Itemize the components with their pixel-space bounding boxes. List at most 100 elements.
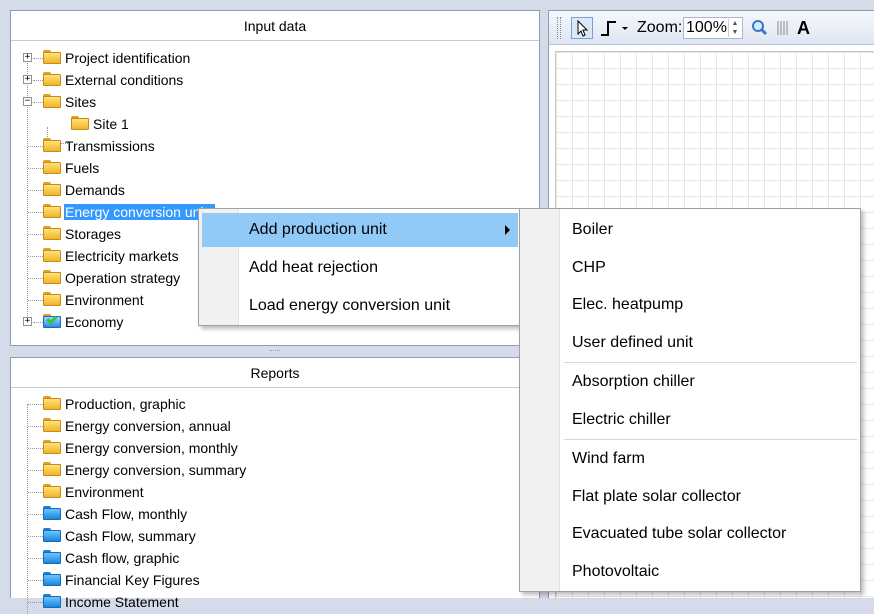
submenu-item-absorption-chiller[interactable]: Absorption chiller bbox=[523, 364, 857, 400]
reports-panel: Reports Production, graphic Energy conve… bbox=[10, 357, 540, 614]
report-item-energy-conversion-monthly[interactable]: Energy conversion, monthly bbox=[19, 437, 535, 459]
folder-icon bbox=[43, 94, 61, 108]
expand-icon[interactable]: + bbox=[23, 75, 32, 84]
blue-folder-icon bbox=[43, 506, 61, 520]
pointer-icon bbox=[577, 19, 589, 37]
folder-icon bbox=[43, 72, 61, 86]
blue-folder-icon bbox=[43, 594, 61, 608]
report-item-income-statement[interactable]: Income Statement bbox=[19, 591, 535, 613]
submenu-arrow-icon bbox=[505, 225, 510, 235]
connector-icon bbox=[601, 21, 628, 36]
report-item-production-graphic[interactable]: Production, graphic bbox=[19, 393, 535, 415]
tree-item-label: Storages bbox=[65, 226, 122, 242]
submenu-item-label: Photovoltaic bbox=[572, 563, 660, 580]
folder-icon bbox=[43, 226, 61, 240]
submenu-item-label: CHP bbox=[572, 259, 606, 276]
report-item-label: Energy conversion, monthly bbox=[65, 440, 238, 456]
submenu-item-flat-plate-solar-collector[interactable]: Flat plate solar collector bbox=[523, 479, 857, 515]
tree-item-label: Transmissions bbox=[65, 138, 155, 154]
tree-item-label-selected: Energy conversion units bbox=[64, 204, 216, 220]
report-item-financial-key-figures[interactable]: Financial Key Figures bbox=[19, 569, 535, 591]
submenu-item-wind-farm[interactable]: Wind farm bbox=[523, 441, 857, 477]
report-item-label: Environment bbox=[65, 484, 144, 500]
folder-icon bbox=[43, 462, 61, 476]
menu-separator bbox=[564, 362, 857, 363]
tree-item-site-1[interactable]: Site 1 bbox=[19, 113, 535, 135]
report-item-label: Cash flow, graphic bbox=[65, 550, 180, 566]
submenu-item-boiler[interactable]: Boiler bbox=[523, 212, 857, 248]
toolbar-grip-icon bbox=[557, 17, 561, 39]
tree-item-label: Fuels bbox=[65, 160, 100, 176]
zoom-label: Zoom: bbox=[637, 19, 683, 36]
magnifier-icon bbox=[752, 20, 768, 36]
submenu-item-label: Absorption chiller bbox=[572, 373, 695, 390]
tree-item-label: Economy bbox=[65, 314, 124, 330]
text-tool-button[interactable]: A bbox=[797, 17, 810, 39]
submenu-item-label: User defined unit bbox=[572, 334, 693, 351]
menu-item-add-heat-rejection[interactable]: Add heat rejection bbox=[202, 251, 518, 285]
tree-item-demands[interactable]: Demands bbox=[19, 179, 535, 201]
tree-item-project-identification[interactable]: + Project identification bbox=[19, 47, 535, 69]
reports-tree: Production, graphic Energy conversion, a… bbox=[19, 393, 535, 614]
report-item-label: Production, graphic bbox=[65, 396, 186, 412]
report-item-label: Cash Flow, monthly bbox=[65, 506, 188, 522]
tree-item-label: Environment bbox=[65, 292, 144, 308]
folder-icon bbox=[43, 204, 61, 218]
expand-icon[interactable]: + bbox=[23, 317, 32, 326]
submenu-item-label: Flat plate solar collector bbox=[572, 488, 741, 505]
zoom-magnifier-button[interactable] bbox=[749, 17, 769, 39]
diagram-toolbar: Zoom: 100% ▲ ▼ A bbox=[549, 11, 874, 45]
connector-tool-button[interactable] bbox=[599, 17, 629, 39]
collapse-icon[interactable]: − bbox=[23, 97, 32, 106]
tree-item-transmissions[interactable]: Transmissions bbox=[19, 135, 535, 157]
report-item-label: Energy conversion, annual bbox=[65, 418, 231, 434]
submenu-item-user-defined-unit[interactable]: User defined unit bbox=[523, 325, 857, 361]
report-item-cash-flow-monthly[interactable]: Cash Flow, monthly bbox=[19, 503, 535, 525]
menu-item-add-production-unit[interactable]: Add production unit bbox=[202, 213, 518, 247]
folder-icon bbox=[43, 418, 61, 432]
tree-item-external-conditions[interactable]: + External conditions bbox=[19, 69, 535, 91]
expand-icon[interactable]: + bbox=[23, 53, 32, 62]
submenu-item-evacuated-tube-solar-collector[interactable]: Evacuated tube solar collector bbox=[523, 516, 857, 552]
reports-title: Reports bbox=[11, 358, 539, 388]
report-item-cash-flow-summary[interactable]: Cash Flow, summary bbox=[19, 525, 535, 547]
report-item-energy-conversion-summary[interactable]: Energy conversion, summary bbox=[19, 459, 535, 481]
report-item-cash-flow-graphic[interactable]: Cash flow, graphic bbox=[19, 547, 535, 569]
folder-icon bbox=[43, 138, 61, 152]
blue-folder-icon bbox=[43, 550, 61, 564]
report-item-energy-conversion-annual[interactable]: Energy conversion, annual bbox=[19, 415, 535, 437]
folder-icon bbox=[43, 270, 61, 284]
folder-icon bbox=[43, 50, 61, 64]
tree-item-label: Operation strategy bbox=[65, 270, 181, 286]
report-item-label: Cash Flow, summary bbox=[65, 528, 196, 544]
tree-item-label: Demands bbox=[65, 182, 125, 198]
report-item-label: Income Statement bbox=[65, 594, 179, 610]
zoom-field[interactable]: 100% ▲ ▼ bbox=[683, 17, 743, 39]
submenu-item-elec-heatpump[interactable]: Elec. heatpump bbox=[523, 287, 857, 323]
blue-folder-icon bbox=[43, 572, 61, 586]
report-item-environment[interactable]: Environment bbox=[19, 481, 535, 503]
report-item-label: Energy conversion, summary bbox=[65, 462, 247, 478]
submenu-item-label: Electric chiller bbox=[572, 411, 671, 428]
submenu-item-label: Wind farm bbox=[572, 450, 645, 467]
checked-folder-icon bbox=[43, 313, 61, 328]
splitter-grip-icon bbox=[270, 350, 280, 353]
menu-item-label: Load energy conversion unit bbox=[249, 297, 451, 314]
pointer-tool-button[interactable] bbox=[571, 17, 593, 39]
submenu-item-chp[interactable]: CHP bbox=[523, 250, 857, 286]
tree-item-sites[interactable]: − Sites bbox=[19, 91, 535, 113]
folder-icon bbox=[71, 116, 89, 130]
menu-item-label: Add heat rejection bbox=[249, 259, 378, 276]
zoom-value: 100% bbox=[686, 19, 727, 36]
submenu-item-electric-chiller[interactable]: Electric chiller bbox=[523, 402, 857, 438]
blue-folder-icon bbox=[43, 528, 61, 542]
zoom-spinner[interactable]: ▲ ▼ bbox=[728, 19, 741, 37]
panel-splitter[interactable] bbox=[10, 346, 540, 357]
menu-separator bbox=[564, 439, 857, 440]
menu-item-load-energy-conversion-unit[interactable]: Load energy conversion unit bbox=[202, 289, 518, 323]
ruler-icon bbox=[776, 17, 790, 39]
submenu-item-photovoltaic[interactable]: Photovoltaic bbox=[523, 554, 857, 590]
context-menu: Add production unit Add heat rejection L… bbox=[198, 208, 522, 326]
folder-icon bbox=[43, 182, 61, 196]
tree-item-fuels[interactable]: Fuels bbox=[19, 157, 535, 179]
